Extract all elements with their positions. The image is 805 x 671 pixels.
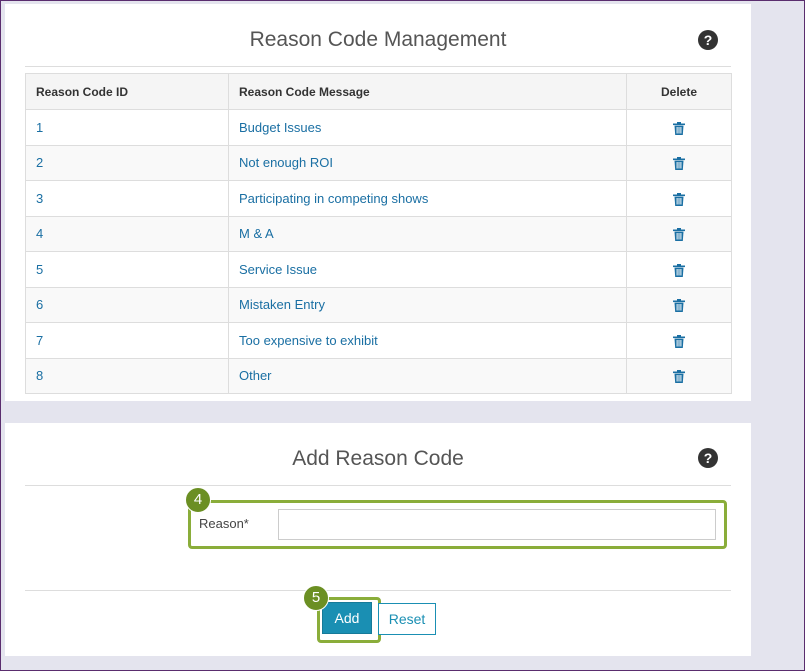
title-divider [25, 66, 731, 67]
trash-icon[interactable] [673, 299, 685, 313]
reason-code-message-link[interactable]: M & A [228, 215, 627, 252]
add-reason-code-panel: Add Reason Code ? Reason* 4 Add 5 Reset [5, 423, 751, 656]
column-header-message[interactable]: Reason Code Message [228, 73, 627, 110]
table-header-row: Reason Code ID Reason Code Message Delet… [25, 73, 732, 110]
reason-code-message-link[interactable]: Other [228, 357, 627, 394]
trash-icon[interactable] [673, 192, 685, 206]
column-header-id[interactable]: Reason Code ID [25, 73, 229, 110]
reason-label: Reason* [199, 516, 249, 531]
column-header-delete: Delete [626, 73, 732, 110]
trash-icon[interactable] [673, 334, 685, 348]
delete-cell [626, 109, 732, 146]
reason-code-table: Reason Code ID Reason Code Message Delet… [25, 73, 732, 394]
panel-title: Reason Code Management [249, 28, 507, 51]
trash-icon[interactable] [673, 263, 685, 277]
table-row: 3 Participating in competing shows [25, 180, 732, 217]
reason-code-message-link[interactable]: Budget Issues [228, 109, 627, 146]
reason-code-message-link[interactable]: Service Issue [228, 251, 627, 288]
reason-code-id-link[interactable]: 2 [25, 144, 229, 181]
reason-field-highlight: Reason* [188, 500, 727, 549]
reason-code-management-panel: Reason Code Management ? Reason Code ID … [5, 4, 751, 401]
step-5-badge: 5 [303, 585, 329, 611]
trash-icon[interactable] [673, 121, 685, 135]
reason-code-id-link[interactable]: 6 [25, 286, 229, 323]
table-row: 5 Service Issue [25, 251, 732, 288]
help-icon[interactable]: ? [698, 448, 718, 468]
table-row: 7 Too expensive to exhibit [25, 322, 732, 359]
delete-cell [626, 215, 732, 252]
help-icon[interactable]: ? [698, 30, 718, 50]
reason-code-id-link[interactable]: 5 [25, 251, 229, 288]
title-divider [25, 485, 731, 486]
reason-code-id-link[interactable]: 1 [25, 109, 229, 146]
reason-input[interactable] [278, 509, 716, 540]
reset-button[interactable]: Reset [378, 603, 436, 635]
delete-cell [626, 144, 732, 181]
trash-icon[interactable] [673, 228, 685, 242]
reason-code-message-link[interactable]: Not enough ROI [228, 144, 627, 181]
reason-code-id-link[interactable]: 3 [25, 180, 229, 217]
reason-code-message-link[interactable]: Participating in competing shows [228, 180, 627, 217]
trash-icon[interactable] [673, 370, 685, 384]
form-divider [25, 590, 731, 591]
form-title: Add Reason Code [292, 447, 464, 470]
delete-cell [626, 180, 732, 217]
table-row: 6 Mistaken Entry [25, 286, 732, 323]
table-row: 2 Not enough ROI [25, 144, 732, 181]
reason-code-message-link[interactable]: Mistaken Entry [228, 286, 627, 323]
add-button[interactable]: Add [322, 602, 372, 634]
trash-icon[interactable] [673, 157, 685, 171]
reason-code-id-link[interactable]: 4 [25, 215, 229, 252]
delete-cell [626, 286, 732, 323]
delete-cell [626, 357, 732, 394]
table-row: 1 Budget Issues [25, 109, 732, 146]
step-4-badge: 4 [185, 487, 211, 513]
delete-cell [626, 322, 732, 359]
reason-code-id-link[interactable]: 8 [25, 357, 229, 394]
table-row: 4M & A [25, 215, 732, 252]
delete-cell [626, 251, 732, 288]
reason-code-message-link[interactable]: Too expensive to exhibit [228, 322, 627, 359]
reason-code-id-link[interactable]: 7 [25, 322, 229, 359]
table-row: 8 Other [25, 357, 732, 394]
